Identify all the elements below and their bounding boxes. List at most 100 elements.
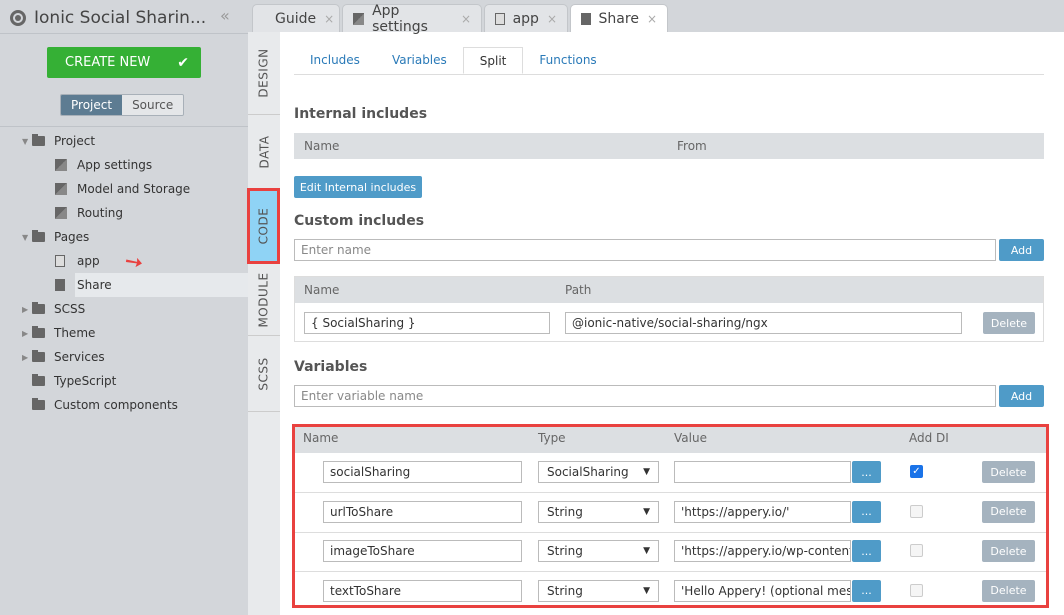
project-source-toggle: Project Source — [60, 94, 185, 116]
variable-row: textToShare String ▼ 'Hello Appery! (opti… — [295, 576, 1046, 614]
create-new-label: CREATE NEW — [65, 55, 151, 70]
vtab-design[interactable]: DESIGN — [248, 32, 280, 115]
delete-variable-button[interactable]: Delete — [982, 579, 1035, 602]
segment-source[interactable]: Source — [122, 95, 184, 115]
value-editor-button[interactable]: ... — [852, 579, 881, 602]
subtab-includes[interactable]: Includes — [294, 47, 376, 74]
tab-share[interactable]: Share × — [570, 4, 668, 32]
variable-type-select[interactable]: SocialSharing ▼ — [538, 461, 659, 483]
chevron-down-icon: ▼ — [643, 467, 650, 477]
tree-item[interactable]: Custom components — [0, 393, 248, 417]
variable-name-field[interactable]: urlToShare — [323, 500, 522, 523]
tab-app[interactable]: app × — [484, 4, 568, 32]
delete-variable-button[interactable]: Delete — [982, 500, 1035, 523]
variable-name-field[interactable]: textToShare — [323, 579, 522, 602]
edit-internal-includes-button[interactable]: Edit Internal includes — [294, 176, 422, 198]
value-editor-button[interactable]: ... — [852, 540, 881, 562]
variable-value-field[interactable]: 'https://appery.io/wp-content/ — [674, 540, 851, 562]
close-icon[interactable]: × — [647, 12, 657, 26]
tree-item-label: Share — [77, 278, 112, 292]
variable-name-field[interactable]: imageToShare — [323, 540, 522, 562]
variables-table: Name Type Value Add DI socialSharing Soc… — [292, 424, 1049, 608]
add-variable-button[interactable]: Add — [999, 385, 1044, 407]
variable-type-select[interactable]: String ▼ — [538, 500, 659, 523]
col-from: From — [677, 139, 707, 153]
editor-tab-bar: Guide × App settings × app × Share × — [248, 0, 1064, 35]
tree-item[interactable]: ▶ Theme — [0, 321, 248, 345]
app-title: Ionic Social Sharin... — [10, 4, 206, 32]
close-icon[interactable]: × — [461, 12, 471, 26]
include-path-input[interactable]: @ionic-native/social-sharing/ngx — [565, 312, 962, 334]
vtab-code[interactable]: CODE — [247, 188, 280, 264]
tree-item[interactable]: ▼ Pages — [0, 225, 248, 249]
vtab-scss[interactable]: SCSS — [248, 336, 280, 412]
delete-include-button[interactable]: Delete — [983, 312, 1035, 334]
caret-right-icon[interactable]: ▶ — [22, 353, 32, 362]
vtab-module[interactable]: MODULE — [248, 264, 280, 336]
row-divider — [295, 492, 1046, 493]
variable-row: imageToShare String ▼ 'https://appery.io/… — [295, 536, 1046, 574]
page-icon — [495, 12, 505, 25]
tree-item[interactable]: Model and Storage — [0, 177, 248, 201]
value-editor-button[interactable]: ... — [852, 500, 881, 523]
tree-item[interactable]: TypeScript — [0, 369, 248, 393]
create-new-button[interactable]: CREATE NEW ✔ — [47, 47, 201, 78]
tab-label: app — [512, 10, 539, 27]
variable-type-select[interactable]: String ▼ — [538, 579, 659, 602]
delete-variable-button[interactable]: Delete — [982, 540, 1035, 562]
ionic-logo-icon — [10, 10, 26, 26]
segment-project[interactable]: Project — [61, 95, 123, 115]
folder-icon — [32, 326, 45, 338]
close-icon[interactable]: × — [324, 12, 334, 26]
custom-includes-table: Name Path { SocialSharing } @ionic-nativ… — [294, 276, 1044, 342]
add-di-checkbox[interactable] — [910, 583, 923, 597]
close-icon[interactable]: × — [547, 12, 557, 26]
add-include-button[interactable]: Add — [999, 239, 1044, 261]
caret-down-icon[interactable]: ▼ — [22, 137, 32, 146]
tab-app-settings[interactable]: App settings × — [342, 3, 482, 35]
variable-type-select[interactable]: String ▼ — [538, 540, 659, 562]
selected-type: String — [547, 583, 583, 598]
value-editor-button[interactable]: ... — [852, 461, 881, 483]
tree-item-label: Pages — [54, 230, 90, 244]
tree-item-label: Routing — [77, 206, 124, 220]
caret-down-icon[interactable]: ▼ — [22, 233, 32, 242]
tree-item[interactable]: Routing — [0, 201, 248, 225]
tree-item[interactable]: App settings — [0, 153, 248, 177]
collapse-sidebar-icon[interactable]: « — [220, 6, 230, 25]
custom-include-name-input[interactable]: Enter name — [294, 239, 996, 261]
settings-icon — [353, 12, 365, 25]
add-di-checkbox[interactable] — [910, 504, 923, 518]
tab-guide[interactable]: Guide × — [252, 4, 340, 32]
tree-item[interactable]: ▼ Project — [0, 129, 248, 153]
table-header: Name Path — [295, 277, 1043, 303]
include-name-input[interactable]: { SocialSharing } — [304, 312, 550, 334]
variable-name-field[interactable]: socialSharing — [323, 461, 522, 483]
add-di-checkbox[interactable] — [910, 544, 923, 557]
variable-value-field[interactable] — [674, 461, 851, 483]
variable-value-field[interactable]: 'https://appery.io/' — [674, 500, 851, 523]
subtab-variables[interactable]: Variables — [376, 47, 463, 74]
caret-right-icon[interactable]: ▶ — [22, 329, 32, 338]
tab-label: Share — [598, 10, 639, 27]
tree-item[interactable]: ▶ Services — [0, 345, 248, 369]
col-name: Name — [304, 283, 340, 297]
placeholder: Enter variable name — [301, 389, 424, 403]
delete-variable-button[interactable]: Delete — [982, 461, 1035, 483]
folder-icon — [32, 134, 45, 146]
subtab-functions[interactable]: Functions — [523, 47, 612, 74]
subtab-split[interactable]: Split — [462, 47, 524, 74]
placeholder: Enter name — [301, 243, 372, 257]
add-di-checkbox[interactable]: ✓ — [910, 465, 923, 478]
page-icon — [55, 279, 65, 291]
selected-type: String — [547, 504, 583, 519]
variable-value-field[interactable]: 'Hello Appery! (optional message)' — [674, 579, 851, 602]
variable-name-input[interactable]: Enter variable name — [294, 385, 996, 407]
selected-type: String — [547, 544, 583, 558]
tree-item[interactable]: ▶ SCSS — [0, 297, 248, 321]
caret-right-icon[interactable]: ▶ — [22, 305, 32, 314]
vtab-data[interactable]: DATA — [248, 115, 280, 190]
tree-item-label: app — [77, 254, 100, 268]
tree-item[interactable]: Share — [55, 273, 248, 297]
tree-item-label: Custom components — [54, 398, 178, 412]
